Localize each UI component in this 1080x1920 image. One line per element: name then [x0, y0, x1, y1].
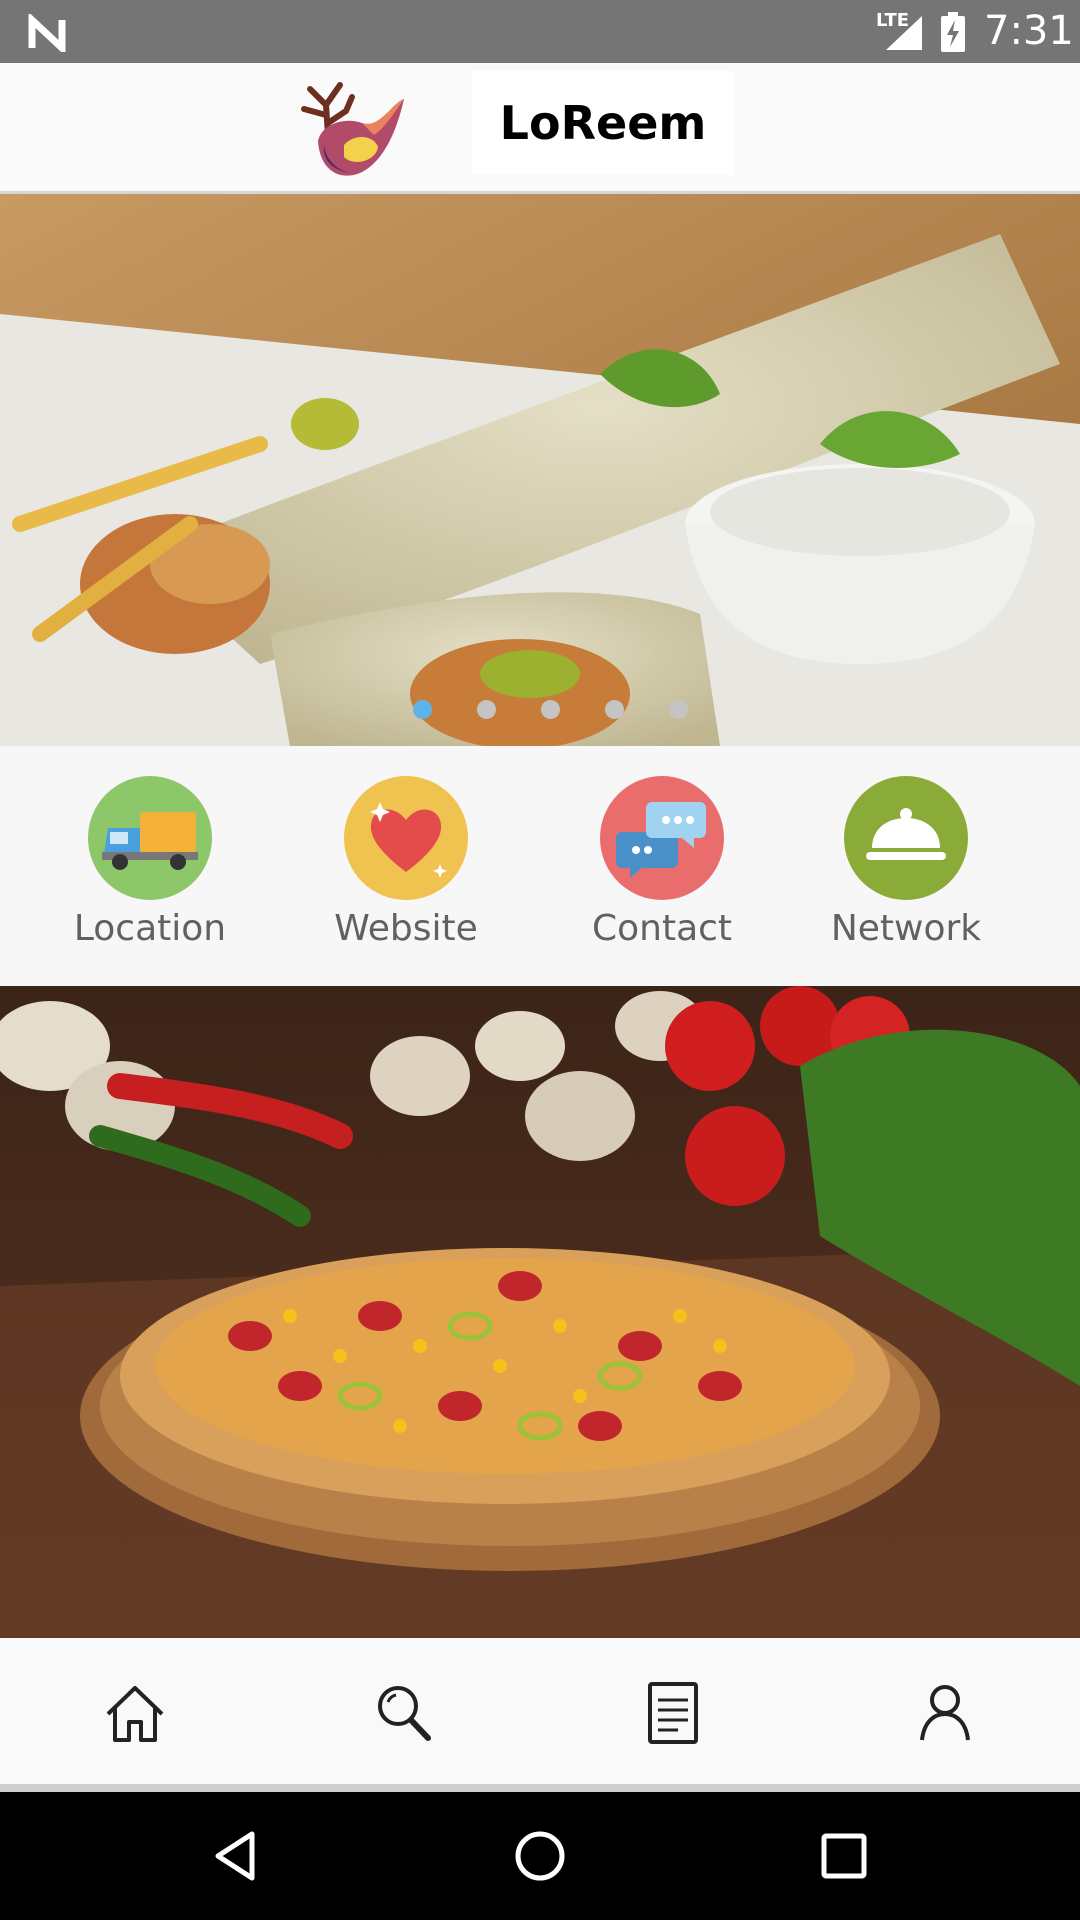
shortcut-website[interactable]: Website — [306, 776, 506, 956]
food-cloche-icon — [844, 776, 968, 900]
brand-name: LoReem — [499, 96, 707, 150]
carousel-indicator — [0, 700, 1080, 720]
pizza-image — [0, 986, 1080, 1638]
document-icon[interactable] — [638, 1678, 708, 1748]
shortcut-label: Website — [334, 908, 478, 949]
carousel-dot[interactable] — [477, 700, 496, 719]
bottom-navigation — [0, 1638, 1080, 1792]
banner-carousel[interactable] — [0, 194, 1080, 746]
carousel-dot[interactable] — [669, 700, 688, 719]
banner-image — [0, 194, 1080, 746]
shortcut-label: Contact — [591, 908, 733, 949]
signal-icon — [886, 16, 922, 50]
heart-icon — [344, 776, 468, 900]
carousel-dot[interactable] — [605, 700, 624, 719]
search-icon[interactable] — [370, 1678, 440, 1748]
brand-name-box: LoReem — [472, 71, 734, 175]
home-icon[interactable] — [100, 1678, 170, 1748]
chat-bubbles-icon — [600, 776, 724, 900]
carousel-dot[interactable] — [541, 700, 560, 719]
carousel-dot[interactable] — [413, 700, 432, 719]
delivery-truck-icon — [88, 776, 212, 900]
app-bar: LoReem — [0, 63, 1080, 194]
shortcut-location[interactable]: Location — [50, 776, 250, 956]
status-bar: LTE 7:31 — [0, 0, 1080, 63]
shortcut-contact[interactable]: Contact — [562, 776, 762, 956]
promo-image[interactable] — [0, 986, 1080, 1638]
system-navigation-bar — [0, 1792, 1080, 1920]
shortcut-label: Network — [830, 908, 982, 949]
recents-icon[interactable] — [814, 1826, 874, 1886]
battery-charging-icon — [941, 12, 965, 52]
brand-logo[interactable] — [288, 75, 408, 183]
profile-icon[interactable] — [910, 1678, 980, 1748]
home-circle-icon[interactable] — [510, 1826, 570, 1886]
shortcut-label: Location — [73, 908, 227, 949]
notification-n-icon — [28, 14, 66, 52]
shortcut-network[interactable]: Network — [806, 776, 1006, 956]
clock: 7:31 — [984, 8, 1074, 54]
shortcut-row: Location Website Contact Network — [0, 746, 1080, 986]
back-icon[interactable] — [206, 1826, 266, 1886]
